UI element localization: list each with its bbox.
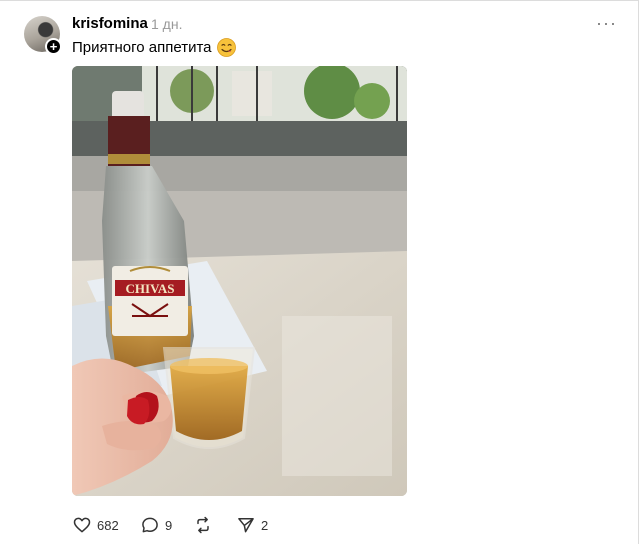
more-dots-icon[interactable]: ··· — [596, 12, 616, 34]
heart-icon — [73, 517, 91, 533]
comments-count: 9 — [165, 517, 173, 533]
shares-count: 2 — [261, 517, 269, 533]
post-time: 1 дн. — [151, 16, 183, 32]
share-button[interactable]: 2 — [236, 514, 268, 536]
like-button[interactable]: 682 — [72, 514, 119, 536]
follow-plus-icon[interactable]: + — [45, 38, 62, 55]
yum-emoji-icon — [217, 38, 236, 57]
share-icon — [238, 518, 254, 533]
post-photo[interactable]: CHIVAS — [72, 66, 407, 496]
bottle-label-text: CHIVAS — [126, 281, 175, 296]
comment-button[interactable]: 9 — [140, 514, 172, 536]
post-caption: Приятного аппетита — [72, 39, 212, 56]
repost-icon — [197, 516, 209, 534]
username[interactable]: krisfomina — [72, 15, 148, 32]
comment-icon — [142, 517, 158, 533]
repost-button[interactable] — [193, 514, 213, 536]
likes-count: 682 — [97, 517, 119, 533]
frame-border-top — [0, 0, 639, 1]
